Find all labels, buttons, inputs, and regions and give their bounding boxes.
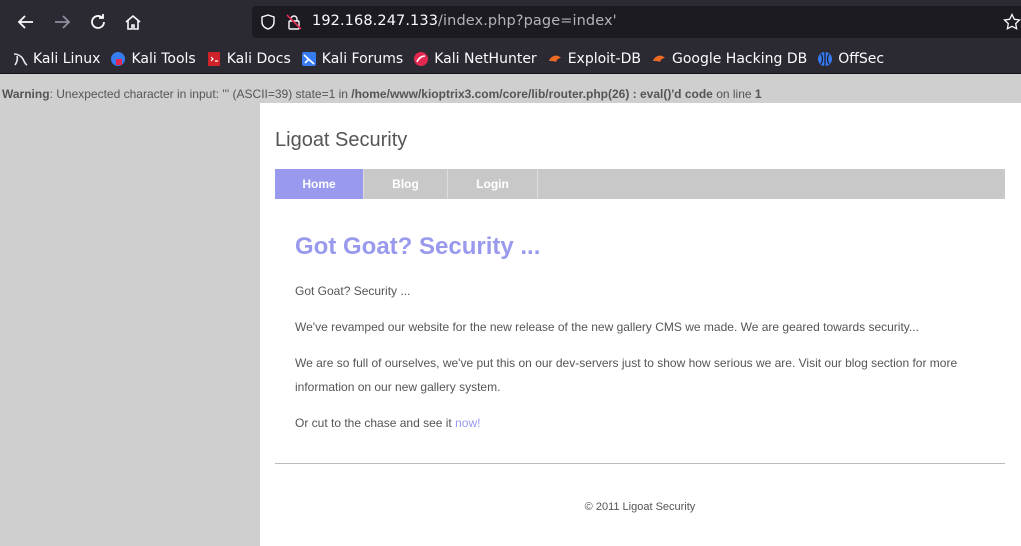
bookmark-kali-tools[interactable]: Kali Tools [110,47,196,71]
warning-on-line: on line [712,87,755,101]
site-title: Ligoat Security [275,129,408,151]
kali-dragon-icon [12,51,28,67]
bookmark-kali-docs[interactable]: Kali Docs [206,47,291,71]
bookmarks-bar: Kali Linux Kali Tools Kali Docs Kali For… [0,44,1021,74]
arrow-left-icon [17,15,33,29]
url-text[interactable]: 192.168.247.133/index.php?page=index' [312,13,617,29]
bookmark-kali-linux[interactable]: Kali Linux [12,47,100,71]
shield-icon [261,14,275,30]
bookmark-label: OffSec [838,50,885,67]
page-headline: Got Goat? Security ... [295,233,541,260]
left-gutter [2,103,260,546]
forward-button[interactable] [50,10,74,34]
exploit-db-icon [547,51,563,67]
bookmark-exploit-db[interactable]: Exploit-DB [547,47,641,71]
chase-paragraph: Or cut to the chase and see it now! [295,411,995,435]
bookmark-offsec[interactable]: OffSec [817,47,884,71]
now-link[interactable]: now! [455,416,480,430]
warning-path: /home/www/kioptrix3.com/core/lib/router.… [351,87,713,101]
footer-divider [275,463,1005,464]
url-path: /index.php?page=index' [438,13,617,29]
bookmark-google-hacking-db[interactable]: Google Hacking DB [651,47,807,71]
kali-docs-icon [206,51,222,67]
reload-button[interactable] [86,10,110,34]
bookmark-label: Kali Forums [321,50,404,67]
offsec-icon [817,51,833,67]
back-button[interactable] [14,10,38,34]
insecure-lock-icon [286,14,302,30]
url-host: 192.168.247.133 [312,13,439,29]
ghdb-icon [651,51,667,67]
kali-forums-icon [301,51,317,67]
menu-item-home[interactable]: Home [275,169,364,199]
bookmark-label: Kali Tools [131,50,196,67]
home-icon [125,14,141,30]
intro-paragraph: Got Goat? Security ... [295,284,411,298]
main-menu: Home Blog Login [275,169,1005,199]
bookmark-kali-forums[interactable]: Kali Forums [301,47,403,71]
arrow-right-icon [55,15,71,29]
warning-text: : Unexpected character in input: ''' (AS… [49,87,352,101]
bookmark-label: Kali Linux [33,50,101,67]
bookmark-label: Kali NetHunter [434,50,537,67]
content-panel: Ligoat Security Home Blog Login Got Goat… [260,103,1021,546]
nethunter-icon [413,51,429,67]
bookmark-label: Kali Docs [226,50,291,67]
menu-item-login[interactable]: Login [448,169,538,199]
bookmark-kali-nethunter[interactable]: Kali NetHunter [413,47,537,71]
page-viewport: Warning: Unexpected character in input: … [0,75,1021,546]
url-bar[interactable]: 192.168.247.133/index.php?page=index' [252,6,1021,38]
bookmark-label: Google Hacking DB [671,50,808,67]
kali-tools-icon [110,51,126,67]
home-button[interactable] [121,10,145,34]
browser-toolbar: 192.168.247.133/index.php?page=index' [0,0,1021,44]
reload-icon [91,14,105,29]
dev-servers-paragraph: We are so full of ourselves, we've put t… [295,356,958,394]
warning-label: Warning [2,87,50,101]
warning-line-number: 1 [754,87,762,101]
php-warning: Warning: Unexpected character in input: … [2,87,762,101]
bookmark-label: Exploit-DB [567,50,641,67]
star-icon[interactable] [1003,13,1021,31]
menu-item-blog[interactable]: Blog [364,169,448,199]
revamp-paragraph: We've revamped our website for the new r… [295,320,919,334]
chase-text: Or cut to the chase and see it [295,416,456,430]
footer-copyright: © 2011 Ligoat Security [584,501,696,513]
